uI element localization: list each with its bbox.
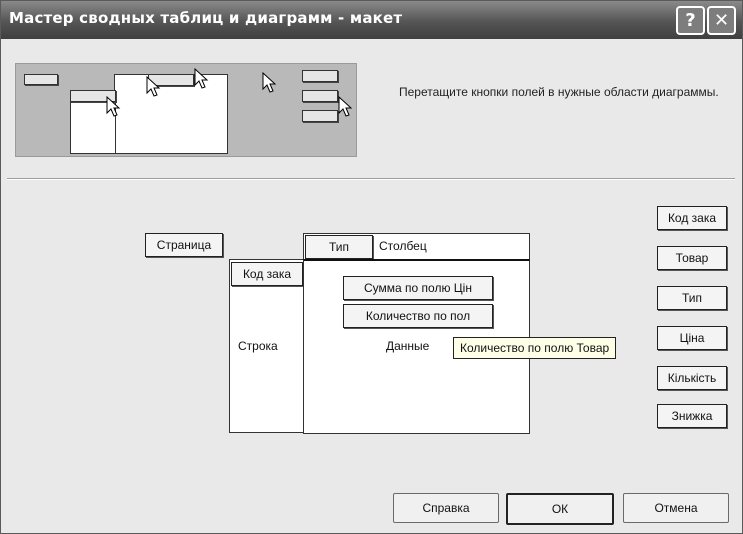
field-tooltip: Количество по полю Товар bbox=[453, 337, 617, 359]
column-field-type[interactable]: Тип bbox=[305, 235, 373, 259]
data-field-sum-price[interactable]: Сумма по полю Цін bbox=[343, 276, 493, 300]
preview-field-button-2 bbox=[302, 90, 338, 102]
preview-table bbox=[114, 74, 228, 154]
help-button[interactable]: Справка bbox=[393, 493, 499, 523]
field-order-code[interactable]: Код зака bbox=[657, 206, 727, 230]
data-zone-label: Данные bbox=[386, 339, 430, 353]
pivot-wizard-dialog: Мастер сводных таблиц и диаграмм - макет… bbox=[0, 0, 743, 534]
preview-field-button-1 bbox=[302, 70, 338, 82]
field-discount[interactable]: Знижка bbox=[657, 404, 727, 428]
preview-arrow-cursor-icon bbox=[338, 96, 353, 117]
row-field-order-code[interactable]: Код зака bbox=[231, 262, 303, 286]
title-bar[interactable]: Мастер сводных таблиц и диаграмм - макет… bbox=[1, 1, 742, 39]
data-field-count-product[interactable]: Количество по пол bbox=[343, 304, 493, 328]
divider bbox=[7, 178, 735, 180]
column-zone-label: Столбец bbox=[379, 239, 427, 253]
preview-field-button-3 bbox=[302, 110, 338, 122]
field-price[interactable]: Ціна bbox=[657, 326, 727, 350]
field-quantity[interactable]: Кількість bbox=[657, 366, 727, 390]
preview-arrow-cursor-icon bbox=[146, 76, 161, 97]
ok-button[interactable]: ОК bbox=[506, 493, 614, 525]
cancel-button[interactable]: Отмена bbox=[623, 493, 729, 523]
preview-page-field bbox=[24, 74, 58, 85]
preview-arrow-cursor-icon bbox=[262, 72, 277, 93]
help-question-icon[interactable]: ? bbox=[676, 6, 705, 35]
window-title: Мастер сводных таблиц и диаграмм - макет bbox=[9, 9, 403, 27]
preview-arrow-cursor-icon bbox=[194, 68, 209, 89]
preview-arrow-cursor-icon bbox=[106, 96, 121, 117]
close-icon[interactable]: ✕ bbox=[707, 6, 736, 35]
field-product[interactable]: Товар bbox=[657, 246, 727, 270]
field-type[interactable]: Тип bbox=[657, 286, 727, 310]
page-zone[interactable]: Страница bbox=[145, 233, 223, 257]
row-zone-label: Строка bbox=[238, 339, 278, 353]
layout-preview-image bbox=[15, 63, 357, 157]
instruction-text: Перетащите кнопки полей в нужные области… bbox=[399, 85, 719, 99]
